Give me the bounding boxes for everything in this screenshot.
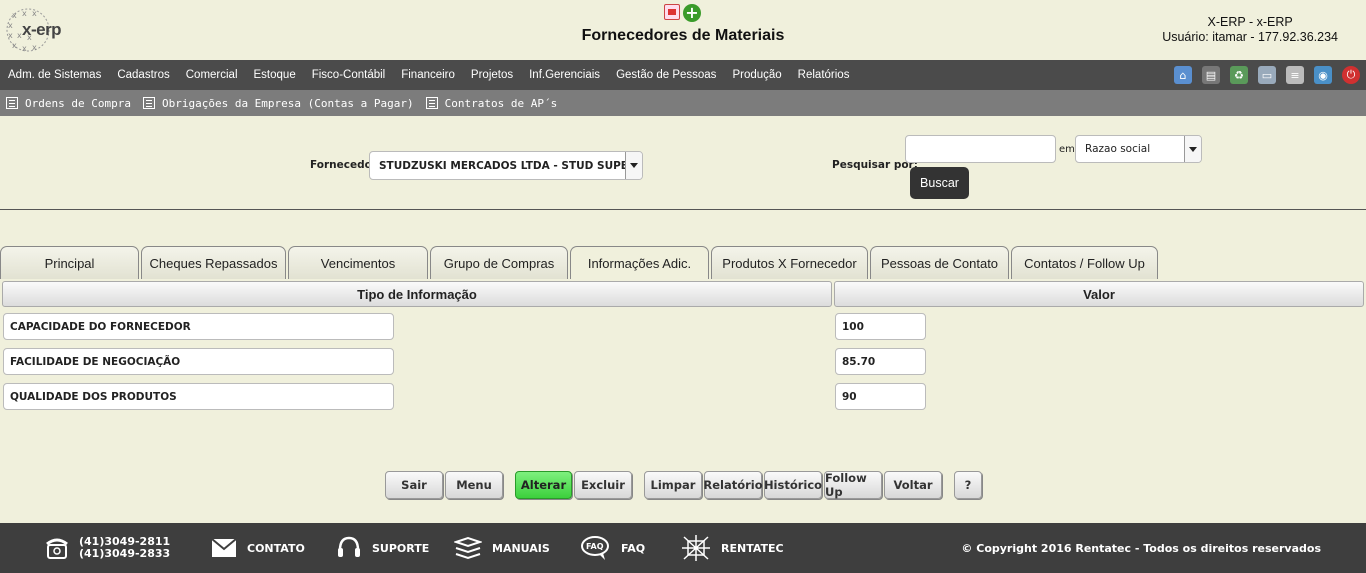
header: xxx xx xxx xx x-erp + Fornecedores de Ma…	[0, 0, 1366, 60]
notes-icon[interactable]: ≡	[1286, 66, 1304, 84]
add-new-icon[interactable]: +	[683, 4, 701, 22]
menu-relatorios[interactable]: Relatórios	[790, 69, 858, 81]
faq-icon: FAQ	[581, 536, 609, 560]
value-field-row-1[interactable]: 100	[835, 313, 926, 340]
tab-grupo-compras[interactable]: Grupo de Compras	[430, 246, 568, 279]
help-button[interactable]: ?	[954, 471, 982, 499]
em-label: em	[1059, 144, 1075, 155]
fornecedor-label: Fornecedor	[310, 159, 377, 171]
footer-contato[interactable]: CONTATO	[211, 523, 305, 573]
tab-pessoas-contato[interactable]: Pessoas de Contato	[870, 246, 1009, 279]
print-icon[interactable]: ▤	[1202, 66, 1220, 84]
menu-adm-sistemas[interactable]: Adm. de Sistemas	[0, 69, 109, 81]
phone-2: (41)3049-2833	[79, 547, 171, 560]
submenu-obrigacoes[interactable]: Obrigações da Empresa (Contas a Pagar)	[137, 97, 414, 110]
user-info: X-ERP - x-ERP Usuário: itamar - 177.92.3…	[1162, 15, 1338, 45]
tab-contatos-follow-up[interactable]: Contatos / Follow Up	[1011, 246, 1158, 279]
document-list-icon	[6, 97, 18, 109]
pdf-report-icon[interactable]	[664, 4, 680, 20]
tab-produtos-fornecedor[interactable]: Produtos X Fornecedor	[711, 246, 868, 279]
network-icon[interactable]: ◉	[1314, 66, 1332, 84]
footer-manuais[interactable]: MANUAIS	[454, 523, 550, 573]
rentatec-logo-icon	[682, 535, 710, 561]
menu-comercial[interactable]: Comercial	[178, 69, 246, 81]
menu-tools: ⌂ ▤ ♻ ▭ ≡ ◉ ⏻	[1174, 66, 1360, 84]
menu-cadastros[interactable]: Cadastros	[109, 69, 177, 81]
menu-button[interactable]: Menu	[445, 471, 503, 499]
info-field-row-1[interactable]: CAPACIDADE DO FORNECEDOR	[3, 313, 394, 340]
menu-inf-gerenciais[interactable]: Inf.Gerenciais	[521, 69, 608, 81]
menu-producao[interactable]: Produção	[724, 69, 789, 81]
column-header-tipo-informacao: Tipo de Informação	[2, 281, 832, 307]
search-field-selected-value: Razao social	[1085, 143, 1151, 155]
follow-up-button[interactable]: Follow Up	[824, 471, 882, 499]
power-icon[interactable]: ⏻	[1342, 66, 1360, 84]
tab-principal[interactable]: Principal	[0, 246, 139, 279]
menu-estoque[interactable]: Estoque	[246, 69, 304, 81]
tab-vencimentos[interactable]: Vencimentos	[288, 246, 428, 279]
home-icon[interactable]: ⌂	[1174, 66, 1192, 84]
menu-financeiro[interactable]: Financeiro	[393, 69, 463, 81]
headset-icon	[338, 536, 360, 557]
voltar-button[interactable]: Voltar	[884, 471, 942, 499]
document-list-icon	[425, 97, 438, 109]
value-field-row-2[interactable]: 85.70	[835, 348, 926, 375]
footer-faq[interactable]: FAQ FAQ	[581, 523, 645, 573]
submenu-ordens-compra[interactable]: Ordens de Compra	[0, 97, 131, 110]
page-title: Fornecedores de Materiais	[581, 27, 785, 44]
divider	[0, 209, 1366, 210]
footer-suporte[interactable]: SUPORTE	[336, 523, 429, 573]
fornecedor-select[interactable]: STUDZUSKI MERCADOS LTDA - STUD SUPERMERC…	[369, 151, 643, 180]
fornecedor-selected-value: STUDZUSKI MERCADOS LTDA - STUD SUPERMERC…	[379, 159, 643, 172]
value-field-row-3[interactable]: 90	[835, 383, 926, 410]
user-line: Usuário: itamar - 177.92.36.234	[1162, 30, 1338, 44]
telephone-icon	[46, 538, 68, 559]
search-field-select[interactable]: Razao social	[1075, 135, 1202, 163]
footer: (41)3049-2811 (41)3049-2833 CONTATO SUPO…	[0, 523, 1366, 573]
buscar-button[interactable]: Buscar	[910, 167, 969, 199]
sair-button[interactable]: Sair	[385, 471, 443, 499]
submenu-bar: Ordens de Compra Obrigações da Empresa (…	[0, 90, 1366, 116]
footer-rentatec[interactable]: RENTATEC	[681, 523, 784, 573]
envelope-icon	[211, 538, 237, 557]
alterar-button[interactable]: Alterar	[515, 471, 572, 499]
search-input[interactable]	[905, 135, 1056, 163]
tab-informacoes-adic[interactable]: Informações Adic.	[570, 246, 709, 279]
excluir-button[interactable]: Excluir	[574, 471, 632, 499]
limpar-button[interactable]: Limpar	[644, 471, 702, 499]
copyright-text: © Copyright 2016 Rentatec - Todos os dir…	[961, 542, 1321, 555]
svg-text:x: x	[32, 9, 37, 18]
top-action-icons: +	[664, 4, 701, 22]
svg-text:x: x	[12, 11, 17, 20]
submenu-contratos-ap[interactable]: Contratos de AP´s	[420, 97, 557, 110]
footer-phone[interactable]: (41)3049-2811 (41)3049-2833	[45, 523, 170, 573]
chevron-down-icon[interactable]	[625, 152, 642, 179]
svg-text:x: x	[22, 9, 27, 18]
document-icon[interactable]: ▭	[1258, 66, 1276, 84]
document-list-icon	[142, 97, 155, 109]
info-field-row-2[interactable]: FACILIDADE DE NEGOCIAÇÃO	[3, 348, 394, 375]
tab-bar: Principal Cheques Repassados Vencimentos…	[0, 246, 1160, 279]
historico-button[interactable]: Histórico	[764, 471, 822, 499]
books-icon	[454, 536, 482, 560]
svg-text:x: x	[22, 44, 27, 53]
tab-cheques-repassados[interactable]: Cheques Repassados	[141, 246, 286, 279]
column-header-valor: Valor	[834, 281, 1364, 307]
main-menu-bar: Adm. de Sistemas Cadastros Comercial Est…	[0, 60, 1366, 90]
system-name: X-ERP - x-ERP	[1207, 15, 1293, 29]
info-field-row-3[interactable]: QUALIDADE DOS PRODUTOS	[3, 383, 394, 410]
menu-fisco-contabil[interactable]: Fisco-Contábil	[304, 69, 394, 81]
menu-projetos[interactable]: Projetos	[463, 69, 521, 81]
faq-icon-text: FAQ	[586, 542, 604, 551]
chevron-down-icon[interactable]	[1184, 136, 1201, 162]
relatorio-button[interactable]: Relatório	[703, 471, 763, 499]
menu-gestao-pessoas[interactable]: Gestão de Pessoas	[608, 69, 724, 81]
recycle-icon[interactable]: ♻	[1230, 66, 1248, 84]
